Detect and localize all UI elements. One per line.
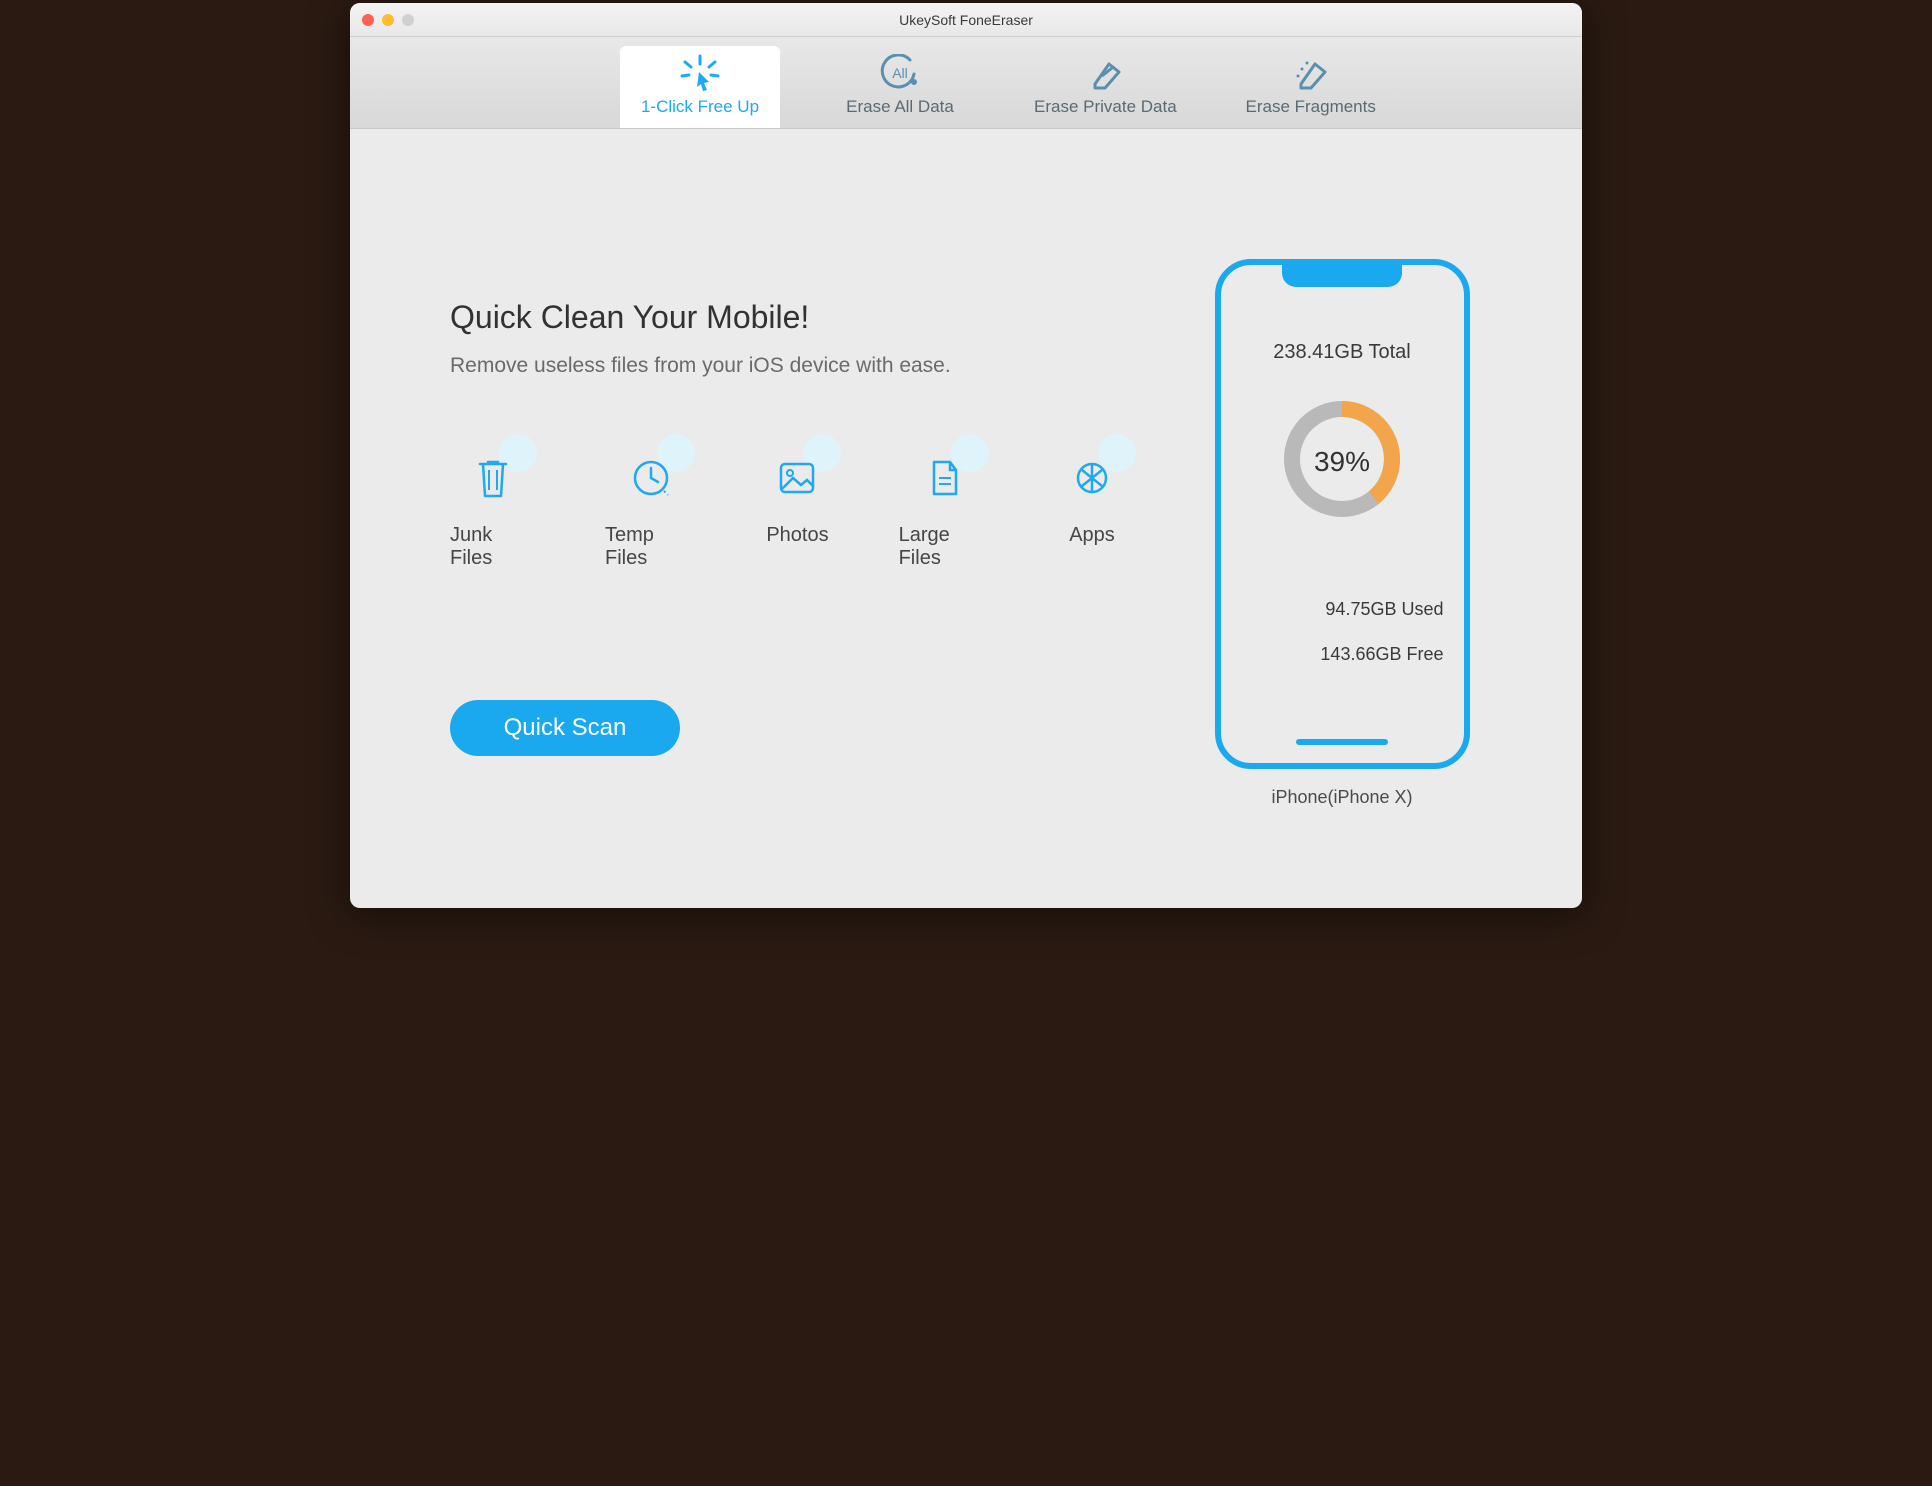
storage-used: 94.75GB Used [1325,599,1443,620]
photo-icon [767,448,827,508]
category-apps[interactable]: Apps [1062,448,1122,570]
storage-free: 143.66GB Free [1320,644,1443,665]
category-label: Temp Files [605,524,696,570]
traffic-lights [350,14,414,26]
tab-label: Erase Private Data [1034,97,1177,117]
category-label: Large Files [899,524,992,570]
left-column: Quick Clean Your Mobile! Remove useless … [450,189,1122,756]
minimize-button[interactable] [382,14,394,26]
clock-icon [621,448,681,508]
category-photos[interactable]: Photos [766,448,828,570]
main-toolbar: 1-Click Free Up All Erase All Data Erase… [350,37,1582,129]
titlebar: UkeySoft FoneEraser [350,3,1582,37]
svg-text:All: All [892,65,908,81]
category-junk-files[interactable]: Junk Files [450,448,535,570]
window-title: UkeySoft FoneEraser [350,12,1582,28]
close-button[interactable] [362,14,374,26]
storage-total: 238.41GB Total [1273,341,1411,364]
content-area: Quick Clean Your Mobile! Remove useless … [350,129,1582,908]
category-large-files[interactable]: Large Files [899,448,992,570]
category-label: Apps [1069,524,1115,547]
trash-icon [463,448,523,508]
category-temp-files[interactable]: Temp Files [605,448,696,570]
click-burst-icon [679,56,721,91]
storage-donut-chart: 39% [1277,394,1407,529]
page-subheading: Remove useless files from your iOS devic… [450,354,1122,378]
page-heading: Quick Clean Your Mobile! [450,299,1122,336]
category-label: Junk Files [450,524,535,570]
storage-percent: 39% [1277,394,1407,529]
apps-icon [1062,448,1122,508]
category-row: Junk Files Temp Files [450,448,1122,570]
device-name: iPhone(iPhone X) [1271,787,1412,808]
phone-mockup: 238.41GB Total 39% 94.75GB Used 143.66GB… [1215,259,1470,769]
tab-erase-private-data[interactable]: Erase Private Data [1020,46,1191,128]
file-icon [915,448,975,508]
erase-all-icon: All [880,56,920,91]
tab-label: Erase All Data [846,97,954,117]
eraser-fragments-icon [1291,56,1331,91]
right-column: 238.41GB Total 39% 94.75GB Used 143.66GB… [1182,189,1502,808]
category-label: Photos [766,524,828,547]
tab-label: 1-Click Free Up [641,97,759,117]
fullscreen-button[interactable] [402,14,414,26]
quick-scan-button[interactable]: Quick Scan [450,700,680,756]
app-window: UkeySoft FoneEraser 1-Click Free Up [350,3,1582,908]
tab-label: Erase Fragments [1245,97,1375,117]
tab-1click-free-up[interactable]: 1-Click Free Up [620,46,780,128]
eraser-private-icon [1085,56,1125,91]
tab-erase-fragments[interactable]: Erase Fragments [1231,46,1391,128]
tab-erase-all-data[interactable]: All Erase All Data [820,46,980,128]
